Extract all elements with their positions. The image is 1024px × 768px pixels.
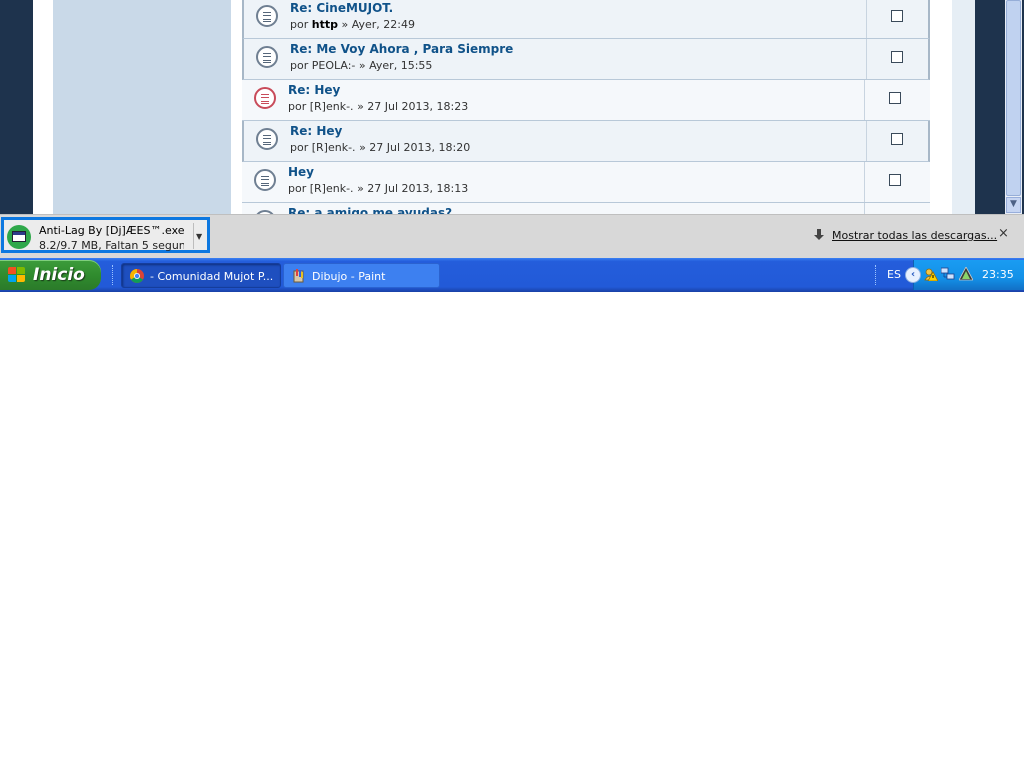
topic-checkbox[interactable] [889,92,901,104]
separator: » [357,100,364,113]
topic-checkbox[interactable] [889,174,901,186]
topic-title-link[interactable]: Hey [288,165,314,179]
author-link[interactable]: [R]enk-. [312,141,356,154]
paint-icon [293,269,304,283]
taskbar-button-label: Dibujo - Paint [312,270,386,283]
post-date: 27 Jul 2013, 18:13 [367,182,469,195]
topic-meta: por http » Ayer, 22:49 [290,18,415,31]
topic-list: Re: CineMUJOT. por http » Ayer, 22:49 Re: … [242,0,930,214]
by-label: por [290,59,309,72]
column-divider [866,0,867,38]
windows-logo-icon [8,267,26,283]
topic-title-link[interactable]: Re: Hey [290,124,342,138]
column-divider [864,80,865,120]
column-divider [864,162,865,202]
topic-meta: por [R]enk-. » 27 Jul 2013, 18:20 [290,141,470,154]
author-link[interactable]: [R]enk-. [310,182,354,195]
network-icon[interactable] [941,267,955,281]
by-label: por [288,182,307,195]
download-arrow-icon [814,229,824,240]
download-bar: Anti-Lag By [Dj]ÆES™.exe 8.2/9.7 MB, Fal… [0,214,1024,258]
post-date: 27 Jul 2013, 18:23 [367,100,469,113]
download-menu-arrow-icon[interactable]: ▼ [196,232,202,241]
topic-meta: por PEOLA:- » Ayer, 15:55 [290,59,432,72]
topic-meta: por [R]enk-. » 27 Jul 2013, 18:13 [288,182,468,195]
by-label: por [290,18,309,31]
separator: » [359,141,366,154]
topic-title-link[interactable]: Re: CineMUJOT. [290,1,393,15]
column-divider [864,203,865,214]
start-button[interactable]: Inicio [0,260,101,290]
show-hidden-icons-chevron-icon[interactable]: ‹ [905,267,921,283]
author-link[interactable]: [R]enk-. [310,100,354,113]
taskbar: Inicio - Comunidad Mujot P... Dibujo - P… [0,258,1024,292]
left-column [53,0,231,214]
toolbar-grip[interactable] [875,265,879,285]
security-warning-icon[interactable] [924,267,938,281]
column-divider [866,39,867,79]
taskbar-button-label: - Comunidad Mujot P... [150,270,274,283]
topic-read-icon [256,5,278,27]
topic-row: Re: Hey por [R]enk-. » 27 Jul 2013, 18:23 [242,80,930,121]
topic-title-link[interactable]: Re: Me Voy Ahora , Para Siempre [290,42,513,56]
download-status: 8.2/9.7 MB, Faltan 5 segun... [39,239,184,252]
post-date: Ayer, 22:49 [351,18,415,31]
download-item-separator [193,223,194,249]
topic-checkbox[interactable] [891,10,903,22]
right-column [952,0,975,214]
topic-row: Re: Me Voy Ahora , Para Siempre por PEOLA… [242,39,930,80]
download-item[interactable]: Anti-Lag By [Dj]ÆES™.exe 8.2/9.7 MB, Fal… [1,217,210,253]
screen: Re: CineMUJOT. por http » Ayer, 22:49 Re: … [0,0,1024,292]
app-tray-icon[interactable] [959,267,973,281]
scroll-down-arrow-icon[interactable]: ▼ [1006,197,1021,213]
close-download-bar-button[interactable]: × [998,226,1009,241]
vertical-scrollbar[interactable]: ▼ [1005,0,1022,214]
toolbar-grip[interactable] [112,265,116,285]
topic-hot-icon [254,87,276,109]
column-divider [866,121,867,161]
topic-row: Re: Hey por [R]enk-. » 27 Jul 2013, 18:20 [242,121,930,162]
by-label: por [288,100,307,113]
topic-read-icon [254,169,276,191]
topic-checkbox[interactable] [891,51,903,63]
separator: » [341,18,349,31]
download-file-name: Anti-Lag By [Dj]ÆES™.exe [39,224,185,237]
clock[interactable]: 23:35 [982,268,1014,281]
taskbar-button-paint[interactable]: Dibujo - Paint [283,263,440,288]
author-link[interactable]: PEOLA:- [312,59,356,72]
topic-read-icon [256,128,278,150]
chrome-icon [130,269,144,283]
browser-viewport: Re: CineMUJOT. por http » Ayer, 22:49 Re: … [0,0,1024,214]
topic-row: Re: CineMUJOT. por http » Ayer, 22:49 [242,0,930,39]
post-date: Ayer, 15:55 [369,59,433,72]
separator: » [357,182,364,195]
show-all-downloads-link[interactable]: Mostrar todas las descargas... [832,229,997,242]
topic-row: Re: a amigo me ayudas? [242,203,930,214]
taskbar-button-chrome[interactable]: - Comunidad Mujot P... [121,263,281,288]
separator: » [358,59,366,72]
scrollbar-thumb[interactable] [1006,0,1021,196]
topic-read-icon [256,46,278,68]
start-label: Inicio [33,265,85,285]
author-link[interactable]: http [312,18,338,31]
by-label: por [290,141,309,154]
post-date: 27 Jul 2013, 18:20 [369,141,471,154]
topic-meta: por [R]enk-. » 27 Jul 2013, 18:23 [288,100,468,113]
topic-title-link[interactable]: Re: a amigo me ayudas? [288,206,452,214]
topic-checkbox[interactable] [891,133,903,145]
topic-title-link[interactable]: Re: Hey [288,83,340,97]
language-indicator[interactable]: ES [887,268,901,281]
topic-row: Hey por [R]enk-. » 27 Jul 2013, 18:13 [242,162,930,203]
exe-file-icon [7,225,31,249]
